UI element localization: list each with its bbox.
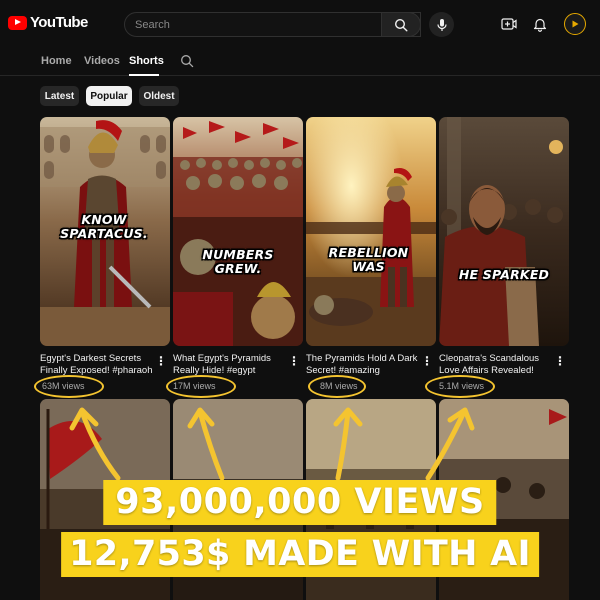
short-thumbnail-4[interactable]: HE SPARKED — [439, 117, 569, 346]
short-thumbnail-1[interactable]: KNOW SPARTACUS. — [40, 117, 170, 346]
views-highlight-circle-2 — [166, 375, 236, 398]
notifications-button[interactable] — [531, 15, 549, 33]
chip-oldest[interactable]: Oldest — [139, 86, 179, 106]
tab-videos[interactable]: Videos — [84, 55, 120, 67]
logo-text: YouTube — [30, 14, 88, 31]
more-options-icon-3[interactable]: ⋮ — [421, 354, 433, 368]
chip-popular[interactable]: Popular — [86, 86, 132, 106]
channel-search-icon[interactable] — [180, 54, 194, 68]
avatar[interactable] — [564, 13, 586, 35]
more-options-icon-4[interactable]: ⋮ — [554, 354, 566, 368]
views-highlight-circle-3 — [308, 375, 366, 398]
short-caption-3: REBELLION WAS — [328, 245, 409, 275]
views-highlight-circle-1 — [34, 375, 104, 398]
tab-shorts[interactable]: Shorts — [129, 55, 164, 67]
views-headline-banner: 93,000,000 VIEWS — [103, 480, 497, 525]
voice-search-button[interactable] — [429, 12, 454, 37]
channel-tabs: Home Videos Shorts — [0, 48, 600, 76]
short-title-3[interactable]: The Pyramids Hold A Dark Secret! #amazin… — [306, 353, 424, 377]
short-thumbnail-2[interactable]: NUMBERS GREW. — [173, 117, 303, 346]
battlefield-image — [306, 117, 436, 346]
bell-icon — [533, 18, 547, 32]
tab-home[interactable]: Home — [41, 55, 72, 67]
short-title-1[interactable]: Egypt's Darkest Secrets Finally Exposed!… — [40, 353, 158, 377]
more-options-icon-1[interactable]: ⋮ — [155, 354, 167, 368]
avatar-play-icon — [572, 20, 579, 28]
short-caption-1: KNOW SPARTACUS. — [60, 212, 148, 242]
search-button[interactable] — [381, 12, 421, 37]
create-icon — [501, 18, 517, 30]
chip-latest[interactable]: Latest — [40, 86, 79, 106]
search-icon — [394, 18, 408, 32]
mic-icon — [436, 18, 447, 31]
search-input[interactable] — [124, 12, 421, 37]
short-title-2[interactable]: What Egypt's Pyramids Really Hide! #egyp… — [173, 353, 291, 377]
earnings-headline-banner: 12,753$ MADE WITH AI — [61, 532, 539, 577]
army-image — [173, 117, 303, 346]
create-button[interactable] — [500, 15, 518, 33]
more-options-icon-2[interactable]: ⋮ — [288, 354, 300, 368]
short-caption-2: NUMBERS GREW. — [202, 247, 274, 277]
top-bar: YouTube — [0, 0, 600, 48]
youtube-logo[interactable]: YouTube — [8, 14, 88, 31]
views-highlight-circle-4 — [425, 375, 495, 398]
short-title-4[interactable]: Cleopatra's Scandalous Love Affairs Reve… — [439, 353, 557, 377]
active-tab-indicator — [129, 74, 159, 76]
youtube-play-icon — [8, 15, 27, 30]
short-caption-4: HE SPARKED — [458, 267, 550, 282]
leader-image — [439, 117, 569, 346]
short-thumbnail-3[interactable]: REBELLION WAS — [306, 117, 436, 346]
